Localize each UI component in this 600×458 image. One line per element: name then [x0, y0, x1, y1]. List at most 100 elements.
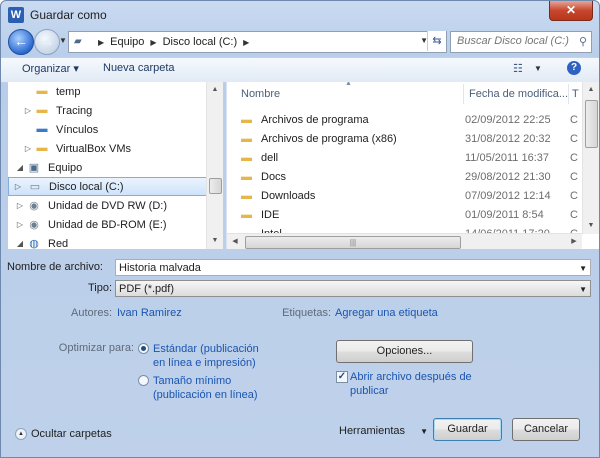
- search-icon[interactable]: ⚲: [579, 35, 587, 48]
- nav-item-label: Tracing: [56, 104, 93, 117]
- chevron-right-icon[interactable]: ▶: [243, 38, 249, 47]
- breadcrumb: ▶ Equipo ▶ Disco local (C:) ▶: [92, 36, 255, 48]
- scroll-down-icon[interactable]: ▼: [207, 233, 223, 249]
- scroll-right-icon[interactable]: ▶: [566, 234, 582, 249]
- open-after-publish-checkbox[interactable]: ✓: [336, 371, 348, 383]
- dvd-drive-icon: ◉: [29, 200, 39, 212]
- filename-label: Nombre de archivo:: [7, 261, 103, 273]
- collapse-arrow-icon[interactable]: ◢: [14, 163, 26, 172]
- authors-label: Autores:: [71, 307, 112, 319]
- computer-icon: ▰: [74, 36, 82, 47]
- nav-scrollbar[interactable]: ▲ ▼: [206, 82, 223, 249]
- file-row[interactable]: ▬ Archivos de programa (x86) 31/08/2012 …: [241, 129, 581, 148]
- scroll-thumb[interactable]: [585, 100, 598, 148]
- nav-item-vinculos[interactable]: ▬ Vínculos: [22, 120, 222, 139]
- nav-item-label: Vínculos: [56, 123, 99, 136]
- column-header-date[interactable]: Fecha de modifica...: [469, 82, 568, 106]
- nav-item-temp[interactable]: ▬ temp: [22, 82, 222, 101]
- folder-icon: ▬: [36, 142, 48, 154]
- chevron-right-icon[interactable]: ▶: [98, 38, 104, 47]
- address-bar[interactable]: ▰ ▶ Equipo ▶ Disco local (C:) ▶ ▼: [68, 31, 447, 53]
- chevron-down-icon[interactable]: ▼: [579, 281, 587, 298]
- tags-label: Etiquetas:: [282, 307, 331, 319]
- nav-item-disco-local[interactable]: ▷ ▭ Disco local (C:): [8, 177, 208, 196]
- help-icon[interactable]: ?: [567, 61, 581, 75]
- network-icon: ◍: [29, 238, 39, 249]
- refresh-button[interactable]: ⇆: [427, 31, 446, 51]
- hide-folders-toggle[interactable]: ▲ Ocultar carpetas: [15, 428, 112, 440]
- scroll-up-icon[interactable]: ▲: [207, 82, 223, 98]
- nav-item-red[interactable]: ◢ ◍ Red: [14, 234, 214, 250]
- file-row[interactable]: ▬ dell 11/05/2011 16:37 C: [241, 148, 581, 167]
- chevron-down-icon: ▼: [420, 427, 429, 436]
- organize-menu[interactable]: Organizar ▾: [22, 62, 79, 75]
- nav-item-label: Disco local (C:): [49, 180, 124, 193]
- collapse-arrow-icon[interactable]: ◢: [14, 239, 26, 248]
- bd-drive-icon: ◉: [29, 219, 39, 231]
- search-input[interactable]: [451, 32, 575, 50]
- file-list-vertical-scrollbar[interactable]: ▲ ▼: [582, 82, 599, 234]
- view-dropdown-icon[interactable]: ▼: [534, 64, 542, 73]
- optimize-minimum-label[interactable]: Tamaño mínimo (publicación en línea): [153, 374, 258, 402]
- file-list-horizontal-scrollbar[interactable]: ◀ ||| ▶: [227, 233, 582, 249]
- computer-icon: ▣: [28, 162, 40, 174]
- expand-arrow-icon[interactable]: ▷: [22, 106, 34, 115]
- options-button[interactable]: Opciones...: [336, 340, 473, 363]
- nav-item-label: Unidad de BD-ROM (E:): [48, 218, 167, 231]
- file-row[interactable]: ▬ Archivos de programa 02/09/2012 22:25 …: [241, 110, 581, 129]
- file-type-select[interactable]: PDF (*.pdf) ▼: [115, 280, 591, 297]
- nav-item-label: Equipo: [48, 161, 83, 174]
- forward-button[interactable]: →: [34, 29, 60, 55]
- optimize-standard-radio[interactable]: [138, 343, 149, 354]
- optimize-label: Optimizar para:: [58, 342, 134, 354]
- optimize-minimum-radio[interactable]: [138, 375, 149, 386]
- nav-item-virtualbox[interactable]: ▷ ▬ VirtualBox VMs: [22, 139, 222, 158]
- scroll-up-icon[interactable]: ▲: [583, 82, 599, 98]
- close-button[interactable]: ✕: [549, 1, 593, 21]
- add-tag-link[interactable]: Agregar una etiqueta: [335, 307, 438, 319]
- folder-icon: ▬: [241, 132, 252, 145]
- back-button[interactable]: ←: [8, 29, 34, 55]
- nav-item-dvd[interactable]: ▷ ◉ Unidad de DVD RW (D:): [14, 196, 214, 215]
- recent-pages-dropdown[interactable]: ▼: [59, 36, 67, 45]
- folder-icon: ▬: [241, 151, 252, 164]
- save-button[interactable]: Guardar: [433, 418, 502, 441]
- chevron-right-icon[interactable]: ▶: [150, 38, 156, 47]
- file-row[interactable]: ▬ Docs 29/08/2012 21:30 C: [241, 167, 581, 186]
- expand-arrow-icon[interactable]: ▷: [14, 201, 26, 210]
- scroll-left-icon[interactable]: ◀: [227, 234, 243, 249]
- column-header-name[interactable]: Nombre: [241, 82, 280, 106]
- nav-item-label: temp: [56, 85, 81, 98]
- scroll-thumb[interactable]: |||: [245, 236, 461, 249]
- filename-input[interactable]: Historia malvada ▼: [115, 259, 591, 276]
- title-bar: W Guardar como ✕: [1, 1, 599, 29]
- breadcrumb-equipo[interactable]: Equipo: [110, 36, 144, 48]
- open-after-publish-label[interactable]: Abrir archivo después de publicar: [350, 370, 472, 398]
- authors-value[interactable]: Ivan Ramirez: [117, 307, 182, 319]
- optimize-standard-label[interactable]: Estándar (publicación en línea e impresi…: [153, 342, 259, 370]
- expand-arrow-icon[interactable]: ▷: [9, 182, 27, 191]
- expand-arrow-icon[interactable]: ▷: [22, 144, 34, 153]
- nav-item-tracing[interactable]: ▷ ▬ Tracing: [22, 101, 222, 120]
- scroll-thumb[interactable]: [209, 178, 222, 194]
- command-toolbar: Organizar ▾ Nueva carpeta ☷ ▼ ?: [1, 57, 599, 83]
- cancel-button[interactable]: Cancelar: [512, 418, 580, 441]
- drive-icon: ▭: [29, 181, 41, 193]
- type-label: Tipo:: [87, 282, 112, 294]
- expand-arrow-icon[interactable]: ▷: [14, 220, 26, 229]
- nav-item-bdrom[interactable]: ▷ ◉ Unidad de BD-ROM (E:): [14, 215, 214, 234]
- nav-item-label: VirtualBox VMs: [56, 142, 131, 155]
- tools-menu[interactable]: Herramientas ▼: [339, 425, 428, 437]
- window-title: Guardar como: [30, 8, 107, 22]
- file-row[interactable]: ▬ Downloads 07/09/2012 12:14 C: [241, 186, 581, 205]
- file-row[interactable]: ▬ IDE 01/09/2011 8:54 C: [241, 205, 581, 224]
- scroll-down-icon[interactable]: ▼: [583, 218, 599, 234]
- breadcrumb-disco-local[interactable]: Disco local (C:): [163, 36, 238, 48]
- nav-item-label: Unidad de DVD RW (D:): [48, 199, 167, 212]
- nav-item-equipo[interactable]: ◢ ▣ Equipo: [14, 158, 214, 177]
- chevron-down-icon[interactable]: ▼: [579, 260, 587, 277]
- column-header-type[interactable]: T: [572, 82, 579, 106]
- folder-icon: ▬: [241, 208, 252, 221]
- view-options-icon[interactable]: ☷: [513, 62, 523, 75]
- new-folder-button[interactable]: Nueva carpeta: [103, 62, 175, 74]
